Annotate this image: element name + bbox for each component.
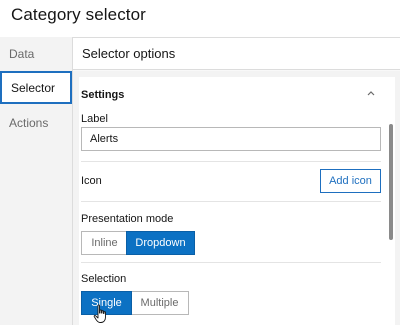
nav-item-data[interactable]: Data bbox=[0, 37, 72, 70]
divider bbox=[81, 201, 381, 202]
selection-multiple-option[interactable]: Multiple bbox=[131, 292, 188, 314]
chevron-up-icon[interactable] bbox=[367, 88, 375, 99]
presentation-dropdown-option[interactable]: Dropdown bbox=[126, 231, 195, 255]
nav-item-selector[interactable]: Selector bbox=[0, 71, 72, 104]
settings-card: Settings Label Alerts Icon Add icon Pres… bbox=[73, 71, 400, 325]
label-input[interactable]: Alerts bbox=[81, 127, 381, 151]
nav-item-actions[interactable]: Actions bbox=[0, 106, 72, 139]
panel-title: Selector options bbox=[73, 38, 400, 70]
presentation-inline-option[interactable]: Inline bbox=[82, 232, 127, 254]
add-icon-button[interactable]: Add icon bbox=[320, 169, 381, 193]
presentation-mode-toggle: Inline Dropdown bbox=[81, 231, 195, 255]
divider bbox=[81, 262, 381, 263]
settings-panel: Selector options Settings Label Alerts I… bbox=[72, 37, 400, 325]
selection-label: Selection bbox=[81, 273, 127, 285]
presentation-mode-label: Presentation mode bbox=[81, 213, 174, 225]
divider bbox=[81, 161, 381, 162]
settings-section-header[interactable]: Settings bbox=[79, 77, 387, 113]
hand-pointer-icon bbox=[93, 304, 106, 323]
section-title: Settings bbox=[81, 89, 125, 101]
page-title: Category selector bbox=[11, 5, 146, 24]
icon-field-label: Icon bbox=[81, 175, 102, 187]
label-field-label: Label bbox=[81, 113, 108, 125]
left-nav: Data Selector Actions bbox=[0, 37, 72, 325]
scrollbar-thumb[interactable] bbox=[389, 124, 393, 240]
